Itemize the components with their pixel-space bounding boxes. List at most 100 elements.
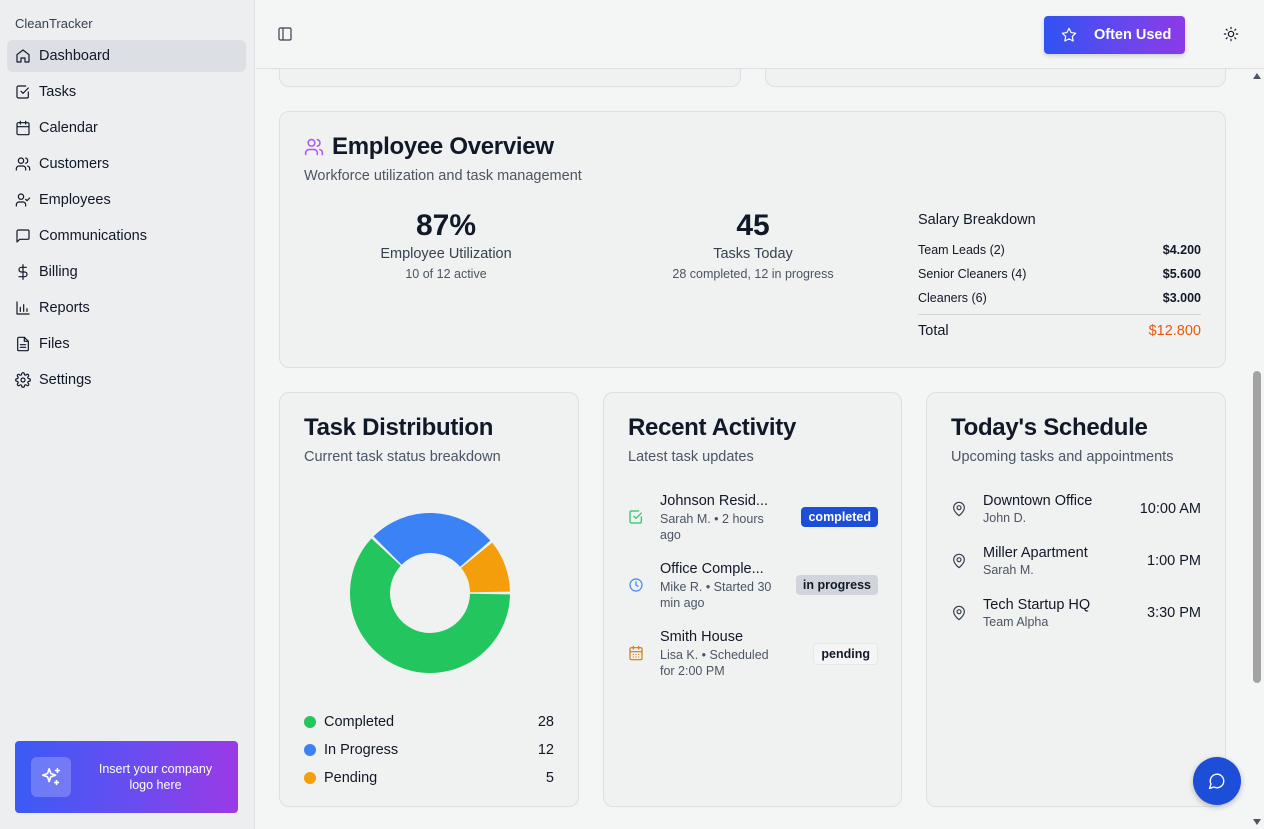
user-check-icon (15, 193, 31, 207)
sidebar-item-employees[interactable]: Employees (7, 184, 246, 216)
theme-toggle-button[interactable] (1223, 26, 1239, 42)
stat-value: 45 (736, 209, 770, 242)
sidebar-item-tasks[interactable]: Tasks (7, 76, 246, 108)
map-pin-icon (953, 605, 965, 621)
todays-schedule-card: Today's Schedule Upcoming tasks and appo… (926, 392, 1226, 807)
card-title: Task Distribution (304, 414, 494, 441)
sidebar-item-dashboard[interactable]: Dashboard (7, 40, 246, 72)
legend-count: 12 (537, 742, 554, 758)
legend-item: Completed 28 (304, 708, 554, 736)
sidebar-item-label: Calendar (39, 120, 98, 136)
top-header: Often Used (256, 0, 1264, 69)
sidebar-item-label: Files (39, 336, 70, 352)
page-scrollbar[interactable] (1250, 69, 1264, 829)
task-distribution-card: Task Distribution Current task status br… (279, 392, 579, 807)
scroll-down-arrow[interactable] (1253, 819, 1261, 825)
activity-item[interactable]: Johnson Resid... Sarah M. • 2 hours ago … (628, 493, 878, 561)
sun-icon (1223, 26, 1239, 42)
employee-overview-card: Employee Overview Workforce utilization … (279, 111, 1226, 368)
schedule-item[interactable]: Downtown Office John D. 10:00 AM (951, 493, 1201, 545)
activity-item[interactable]: Smith House Lisa K. • Scheduled for 2:00… (628, 629, 878, 697)
salary-label: Team Leads (2) (918, 243, 1005, 257)
often-used-button[interactable]: Often Used (1044, 16, 1185, 54)
sidebar-item-communications[interactable]: Communications (7, 220, 246, 252)
chat-bubble-icon (1208, 773, 1225, 790)
schedule-assignee: John D. (983, 511, 1027, 525)
bar-chart-icon (16, 301, 30, 315)
chat-button[interactable] (1193, 757, 1241, 805)
star-icon (1061, 27, 1077, 42)
employee-overview-header: Employee Overview (304, 133, 554, 161)
salary-label: Cleaners (6) (918, 291, 987, 305)
salary-row: Senior Cleaners (4) $5.600 (918, 262, 1201, 286)
legend-label: Completed (324, 714, 395, 730)
often-used-label: Often Used (1094, 27, 1172, 43)
card-title: Employee Overview (332, 133, 554, 160)
message-icon (16, 229, 30, 243)
home-icon (16, 49, 30, 63)
sidebar-item-calendar[interactable]: Calendar (7, 112, 246, 144)
salary-row: Team Leads (2) $4.200 (918, 238, 1201, 262)
activity-meta: Mike R. • Started 30 min ago (660, 580, 772, 610)
sidebar-toggle-button[interactable] (277, 26, 293, 42)
legend-dot (304, 772, 316, 784)
company-logo-placeholder[interactable]: Insert your company logo here (15, 741, 238, 813)
salary-amount: $5.600 (1162, 267, 1201, 281)
recent-activity-card: Recent Activity Latest task updates John… (603, 392, 902, 807)
legend-label: In Progress (324, 742, 399, 758)
salary-amount: $4.200 (1162, 243, 1201, 257)
gear-icon (15, 372, 31, 388)
sidebar-item-billing[interactable]: Billing (7, 256, 246, 288)
stat-label: Employee Utilization (380, 246, 512, 262)
status-badge: pending (813, 643, 878, 665)
legend-item: In Progress 12 (304, 736, 554, 764)
sidebar-nav: Dashboard Tasks Calendar Customers Emplo… (7, 40, 246, 400)
calendar-icon (628, 645, 644, 661)
sidebar-item-reports[interactable]: Reports (7, 292, 246, 324)
chart-legend: Completed 28 In Progress 12 Pending 5 (304, 708, 554, 792)
task-donut-chart (350, 513, 510, 673)
schedule-time: 10:00 AM (1139, 501, 1201, 517)
sidebar-item-label: Tasks (39, 84, 77, 100)
tasks-today-stat: 45 Tasks Today 28 completed, 12 in progr… (633, 208, 873, 281)
sidebar-item-label: Settings (39, 372, 92, 388)
legend-label: Pending (324, 770, 378, 786)
logo-placeholder-text: Insert your company logo here (98, 762, 213, 792)
check-square-icon (628, 509, 644, 525)
sidebar-item-files[interactable]: Files (7, 328, 246, 360)
salary-title: Salary Breakdown (918, 212, 1036, 228)
schedule-time: 1:00 PM (1147, 553, 1201, 569)
map-pin-icon (953, 553, 965, 569)
card-title: Today's Schedule (951, 414, 1148, 441)
schedule-list: Downtown Office John D. 10:00 AM Miller … (951, 493, 1201, 649)
panel-left-icon (278, 27, 292, 41)
schedule-item[interactable]: Miller Apartment Sarah M. 1:00 PM (951, 545, 1201, 597)
sidebar-item-label: Employees (39, 192, 111, 208)
activity-meta: Sarah M. • 2 hours ago (660, 512, 764, 542)
users-icon (15, 157, 31, 171)
sidebar-item-settings[interactable]: Settings (7, 364, 246, 396)
scroll-up-arrow[interactable] (1253, 73, 1261, 79)
salary-total-amount: $12.800 (1148, 323, 1201, 339)
schedule-item[interactable]: Tech Startup HQ Team Alpha 3:30 PM (951, 597, 1201, 649)
activity-name: Johnson Resid... (660, 493, 769, 509)
legend-dot (304, 716, 316, 728)
card-subtitle: Latest task updates (628, 449, 754, 465)
salary-label: Senior Cleaners (4) (918, 267, 1027, 281)
legend-item: Pending 5 (304, 764, 554, 792)
schedule-assignee: Sarah M. (983, 563, 1034, 577)
map-pin-icon (953, 501, 965, 517)
sidebar-item-customers[interactable]: Customers (7, 148, 246, 180)
card-title: Recent Activity (628, 414, 797, 441)
scroll-thumb[interactable] (1253, 371, 1261, 683)
card-subtitle: Workforce utilization and task managemen… (304, 168, 582, 184)
salary-total-label: Total (918, 323, 949, 339)
schedule-name: Miller Apartment (983, 545, 1088, 561)
stat-label: Tasks Today (713, 246, 793, 262)
stat-note: 10 of 12 active (405, 267, 487, 281)
activity-name: Smith House (660, 629, 744, 645)
activity-name: Office Comple... (660, 561, 764, 577)
activity-item[interactable]: Office Comple... Mike R. • Started 30 mi… (628, 561, 878, 629)
sidebar: CleanTracker Dashboard Tasks Calendar Cu… (0, 0, 255, 829)
legend-dot (304, 744, 316, 756)
